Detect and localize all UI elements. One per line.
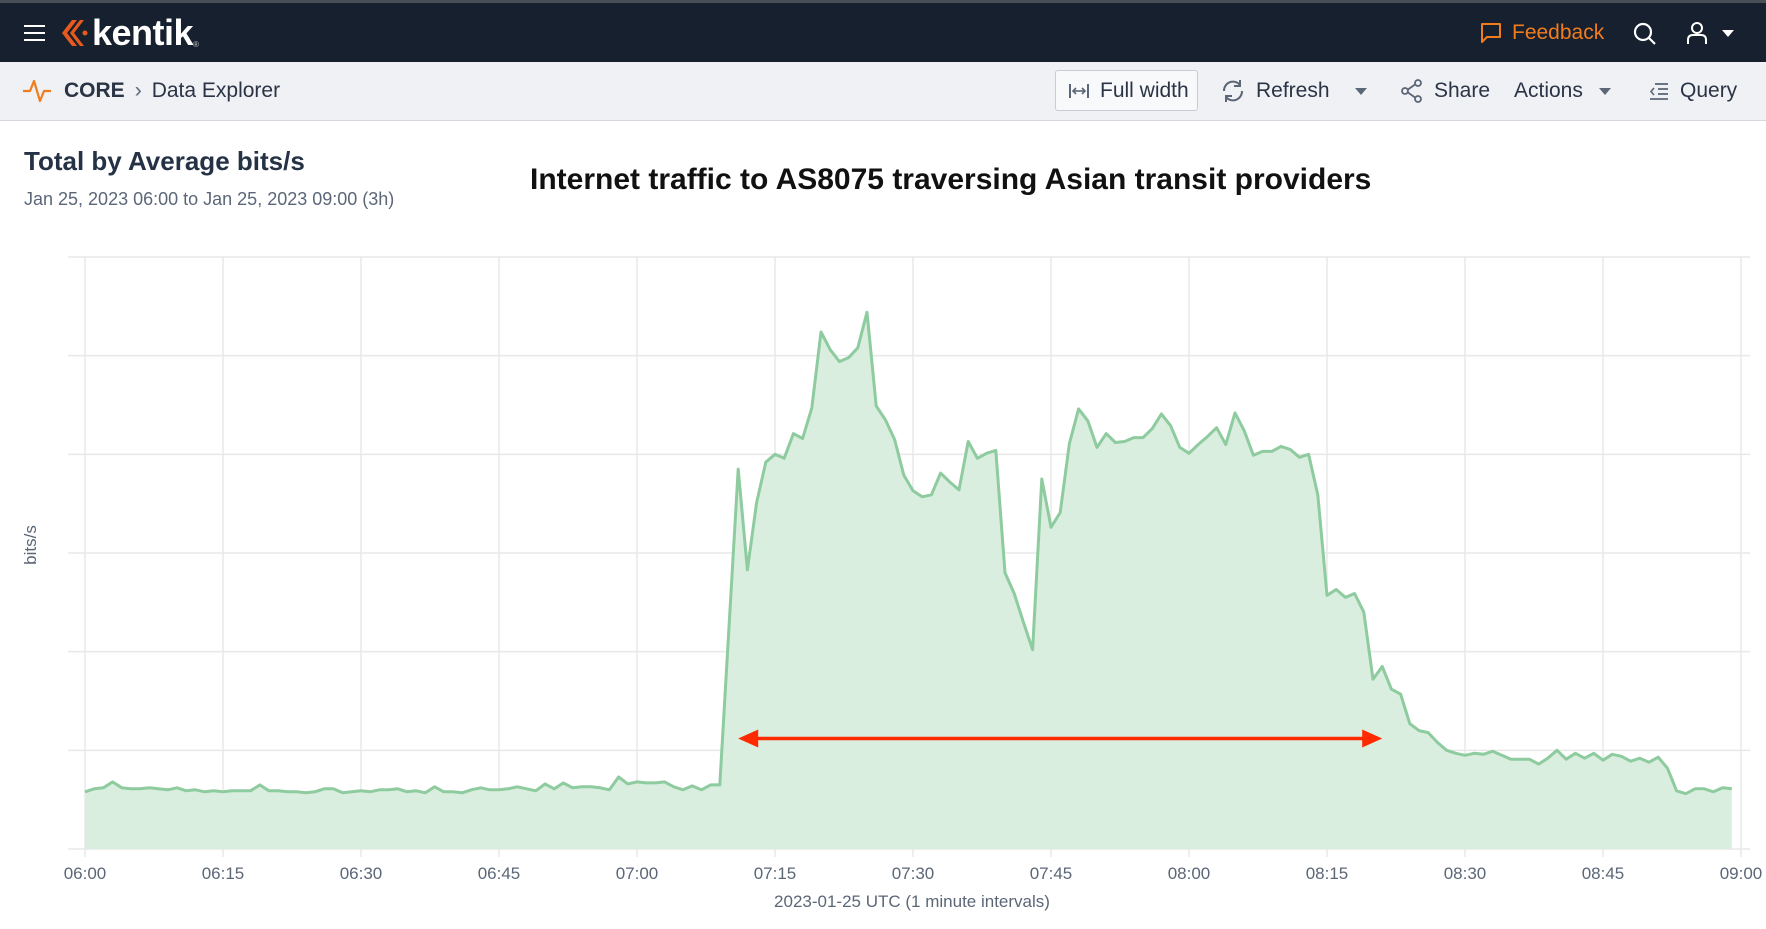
y-axis-title: bits/s — [21, 525, 40, 565]
x-tick-label: 08:00 — [1168, 864, 1211, 883]
x-tick-label: 08:30 — [1444, 864, 1487, 883]
x-axis-title: 2023-01-25 UTC (1 minute intervals) — [774, 892, 1050, 911]
x-tick-label: 09:00 — [1720, 864, 1763, 883]
x-tick-label: 06:00 — [64, 864, 107, 883]
x-tick-label: 07:00 — [616, 864, 659, 883]
x-tick-label: 07:15 — [754, 864, 797, 883]
x-tick-label: 06:45 — [478, 864, 521, 883]
x-axis-tick-labels: 06:00 06:15 06:30 06:45 07:00 07:15 07:30 07:45… — [64, 864, 1763, 883]
x-tick-label: 08:15 — [1306, 864, 1349, 883]
x-tick-label: 07:45 — [1030, 864, 1073, 883]
traffic-area-fill — [85, 312, 1732, 849]
traffic-chart: 06:00 06:15 06:30 06:45 07:00 07:15 07:30 07:45… — [21, 256, 1763, 911]
x-tick-label: 06:30 — [340, 864, 383, 883]
x-tick-label: 08:45 — [1582, 864, 1625, 883]
x-tick-label: 06:15 — [202, 864, 245, 883]
x-tick-label: 07:30 — [892, 864, 935, 883]
